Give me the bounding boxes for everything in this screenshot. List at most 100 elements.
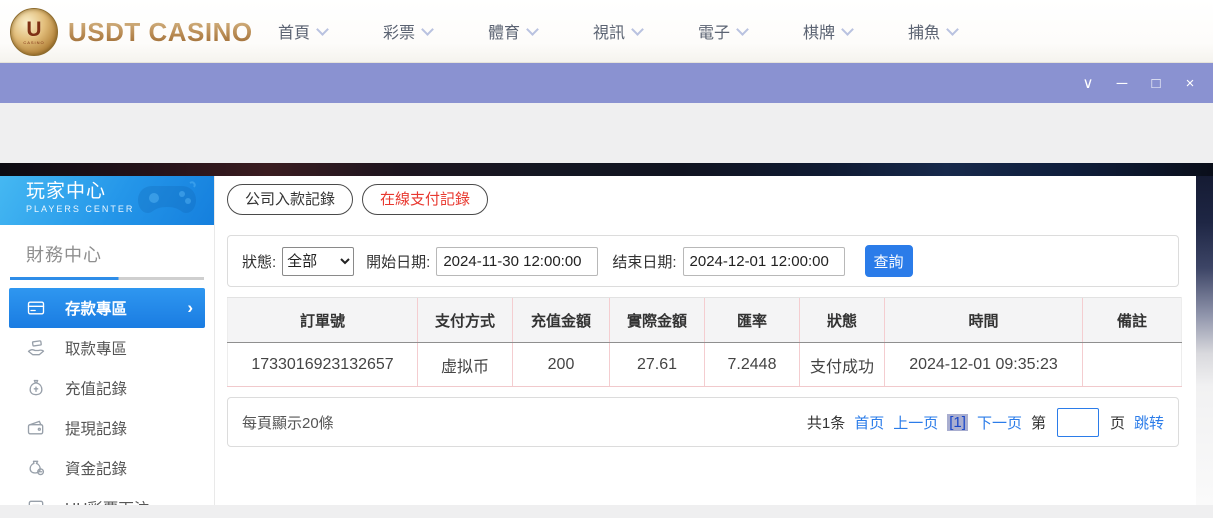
sidebar: 玩家中心 PLAYERS CENTER 財務中心 存款專區 bbox=[0, 176, 215, 505]
cell-status: 支付成功 bbox=[800, 343, 885, 387]
pagination-bar: 每頁顯示20條 共1条 首页 上一页 [1] 下一页 第 页 跳转 bbox=[227, 397, 1179, 447]
nav-item-lottery[interactable]: 彩票 bbox=[355, 0, 460, 62]
sidebar-menu: 存款專區 › 取款專區 充值記錄 bbox=[0, 288, 214, 505]
window-title-bar: ∨ ─ □ × bbox=[0, 63, 1213, 103]
chevron-down-icon bbox=[526, 23, 539, 36]
sidebar-item-withdraw[interactable]: 取款專區 bbox=[0, 328, 214, 368]
page-size-text: 每頁顯示20條 bbox=[242, 412, 334, 433]
col-exchange-rate: 匯率 bbox=[705, 298, 800, 343]
sidebar-item-recharge-records[interactable]: 充值記錄 bbox=[0, 368, 214, 408]
page-jump-input[interactable] bbox=[1057, 408, 1099, 437]
deposit-card-icon bbox=[26, 298, 46, 318]
nav-label: 電子 bbox=[698, 19, 730, 43]
total-count-text: 共1条 bbox=[807, 412, 845, 433]
records-table: 訂單號 支付方式 充值金額 實際金額 匯率 狀態 時間 備註 173301692… bbox=[227, 297, 1182, 387]
cell-recharge-amount: 200 bbox=[513, 343, 610, 387]
nav-label: 首頁 bbox=[278, 19, 310, 43]
main-nav: 首頁 彩票 體育 視訊 電子 棋牌 捕魚 bbox=[250, 0, 985, 62]
cell-exchange-rate: 7.2448 bbox=[705, 343, 800, 387]
sidebar-item-withdrawal-records[interactable]: 提現記錄 bbox=[0, 408, 214, 448]
col-payment-method: 支付方式 bbox=[418, 298, 513, 343]
end-date-input[interactable] bbox=[683, 247, 845, 276]
sidebar-item-label: 提現記錄 bbox=[65, 417, 127, 439]
brand-ball-subtext: CASINO bbox=[23, 40, 44, 45]
sidebar-item-label: 資金記錄 bbox=[65, 457, 127, 479]
nav-item-boardgames[interactable]: 棋牌 bbox=[775, 0, 880, 62]
brand-name: USDT CASINO bbox=[68, 17, 253, 48]
window-close-icon[interactable]: × bbox=[1173, 75, 1207, 92]
start-date-input[interactable] bbox=[436, 247, 598, 276]
status-label: 狀態: bbox=[242, 251, 276, 272]
brand-logo[interactable]: U CASINO USDT CASINO bbox=[10, 8, 253, 56]
cell-remark bbox=[1083, 343, 1182, 387]
sidebar-section-underline bbox=[10, 277, 204, 280]
content-panel: 玩家中心 PLAYERS CENTER 財務中心 存款專區 bbox=[0, 176, 1196, 505]
current-page-indicator[interactable]: [1] bbox=[947, 414, 968, 431]
top-navbar: U CASINO USDT CASINO 首頁 彩票 體育 視訊 電子 棋牌 捕… bbox=[0, 0, 1213, 63]
first-page-link[interactable]: 首页 bbox=[854, 412, 884, 433]
record-tabs: 公司入款記錄 在線支付記錄 bbox=[227, 184, 1196, 215]
funds-bag-icon bbox=[26, 458, 46, 478]
chevron-down-icon bbox=[316, 23, 329, 36]
window-maximize-icon[interactable]: □ bbox=[1139, 75, 1173, 92]
sidebar-item-label: HH彩票下注 bbox=[65, 497, 149, 505]
chevron-down-icon bbox=[421, 23, 434, 36]
window-dropdown-icon[interactable]: ∨ bbox=[1071, 74, 1105, 92]
sidebar-item-hh-lottery-bets[interactable]: HH彩票下注 bbox=[0, 488, 214, 505]
window-minimize-icon[interactable]: ─ bbox=[1105, 75, 1139, 92]
sidebar-item-label: 取款專區 bbox=[65, 337, 127, 359]
end-date-label: 结束日期: bbox=[612, 251, 676, 272]
nav-label: 體育 bbox=[488, 19, 520, 43]
nav-label: 捕魚 bbox=[908, 19, 940, 43]
pager: 共1条 首页 上一页 [1] 下一页 第 页 跳转 bbox=[807, 408, 1164, 437]
next-page-link[interactable]: 下一页 bbox=[977, 412, 1022, 433]
recharge-moneybag-icon bbox=[26, 378, 46, 398]
tab-company-deposit-record[interactable]: 公司入款記錄 bbox=[227, 184, 353, 215]
col-remark: 備註 bbox=[1083, 298, 1182, 343]
nav-item-fishing[interactable]: 捕魚 bbox=[880, 0, 985, 62]
col-status: 狀態 bbox=[800, 298, 885, 343]
nav-label: 彩票 bbox=[383, 19, 415, 43]
jump-suffix-label: 页 bbox=[1110, 412, 1125, 433]
nav-item-home[interactable]: 首頁 bbox=[250, 0, 355, 62]
sidebar-section-title: 財務中心 bbox=[26, 241, 214, 267]
brand-ball-icon: U CASINO bbox=[10, 8, 58, 56]
cell-time: 2024-12-01 09:35:23 bbox=[885, 343, 1083, 387]
jump-prefix-label: 第 bbox=[1031, 412, 1046, 433]
nav-item-slots[interactable]: 電子 bbox=[670, 0, 775, 62]
cell-order-no: 1733016923132657 bbox=[228, 343, 418, 387]
tab-online-payment-record[interactable]: 在線支付記錄 bbox=[362, 184, 488, 215]
withdraw-hand-icon bbox=[26, 338, 46, 358]
lottery-ticket-icon bbox=[26, 498, 46, 505]
sidebar-item-label: 充值記錄 bbox=[65, 377, 127, 399]
table-header-row: 訂單號 支付方式 充值金額 實際金額 匯率 狀態 時間 備註 bbox=[228, 298, 1182, 343]
brand-ball-letter: U bbox=[26, 20, 41, 40]
nav-item-sports[interactable]: 體育 bbox=[460, 0, 565, 62]
nav-label: 視訊 bbox=[593, 19, 625, 43]
withdrawal-wallet-icon bbox=[26, 418, 46, 438]
col-actual-amount: 實際金額 bbox=[610, 298, 705, 343]
app-window: U CASINO USDT CASINO 首頁 彩票 體育 視訊 電子 棋牌 捕… bbox=[0, 0, 1213, 518]
chevron-down-icon bbox=[841, 23, 854, 36]
nav-label: 棋牌 bbox=[803, 19, 835, 43]
main-area: 公司入款記錄 在線支付記錄 狀態: 全部 開始日期: 结束日期: 查詢 bbox=[215, 176, 1196, 505]
sidebar-item-funds-records[interactable]: 資金記錄 bbox=[0, 448, 214, 488]
sidebar-item-label: 存款專區 bbox=[65, 297, 127, 319]
jump-button[interactable]: 跳转 bbox=[1134, 412, 1164, 433]
col-recharge-amount: 充值金額 bbox=[513, 298, 610, 343]
decor-banner-strip bbox=[0, 163, 1213, 176]
decor-right-strip bbox=[1196, 176, 1213, 505]
prev-page-link[interactable]: 上一页 bbox=[893, 412, 938, 433]
cell-actual-amount: 27.61 bbox=[610, 343, 705, 387]
chevron-right-icon: › bbox=[187, 300, 193, 316]
sidebar-item-deposit[interactable]: 存款專區 › bbox=[9, 288, 205, 328]
table-row: 1733016923132657 虚拟币 200 27.61 7.2448 支付… bbox=[228, 343, 1182, 387]
chevron-down-icon bbox=[946, 23, 959, 36]
col-time: 時間 bbox=[885, 298, 1083, 343]
nav-item-video[interactable]: 視訊 bbox=[565, 0, 670, 62]
col-order-no: 訂單號 bbox=[228, 298, 418, 343]
start-date-label: 開始日期: bbox=[366, 251, 430, 272]
chevron-down-icon bbox=[736, 23, 749, 36]
status-select[interactable]: 全部 bbox=[282, 247, 354, 276]
search-button[interactable]: 查詢 bbox=[865, 245, 913, 277]
